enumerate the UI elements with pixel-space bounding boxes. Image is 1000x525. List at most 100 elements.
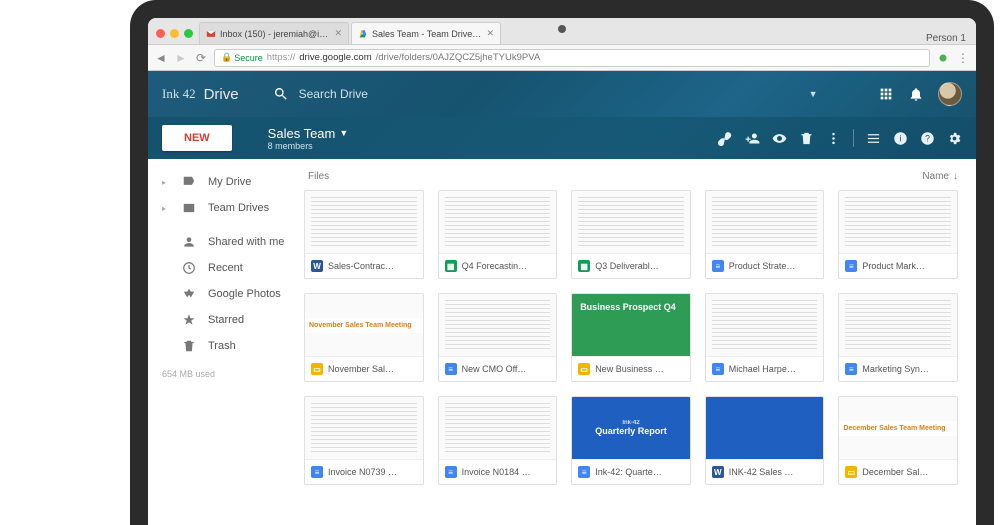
browser-menu[interactable]: ⋮ [956,51,970,65]
expand-icon: ▸ [162,178,170,187]
file-caption: ▭December Sal… [839,459,957,484]
file-card[interactable]: ≡Product Strate… [705,190,825,279]
sidebar-item-label: Google Photos [208,288,281,300]
maximize-window[interactable] [184,29,193,38]
close-window[interactable] [156,29,165,38]
settings-icon[interactable] [947,131,962,146]
extension-icon[interactable] [936,51,950,65]
sidebar-item-star[interactable]: Starred [148,307,304,333]
svg-text:?: ? [925,133,930,143]
sort-control[interactable]: Name ↓ [922,171,958,182]
file-name: New Business … [595,364,664,374]
reload-button[interactable]: ⟳ [194,51,208,65]
file-name: Ink-42: Quarte… [595,467,662,477]
list-view-icon[interactable] [866,131,881,146]
address-bar[interactable]: 🔒 Secure https://drive.google.com/drive/… [214,49,930,67]
search-icon[interactable] [273,86,289,102]
clock-icon [182,261,196,275]
file-card[interactable]: ≡New CMO Off… [438,293,558,382]
brand[interactable]: Ink 42 Drive [162,86,239,103]
file-name: Q3 Deliverabl… [595,261,659,271]
file-card[interactable]: ≡Invoice N0739 … [304,396,424,485]
file-caption: ▦Q3 Deliverabl… [572,253,690,278]
browser-tab-inbox[interactable]: Inbox (150) - jeremiah@ink-4… ✕ [199,22,349,44]
address-bar-row: ◄ ► ⟳ 🔒 Secure https://drive.google.com/… [148,44,976,70]
link-icon[interactable] [718,131,733,146]
file-card[interactable]: WINK-42 Sales … [705,396,825,485]
filetype-icon: ≡ [712,260,724,272]
filetype-icon: W [311,260,323,272]
sidebar-item-drive[interactable]: ▸ My Drive [148,169,304,195]
file-card[interactable]: ▦Q3 Deliverabl… [571,190,691,279]
drive-subheader: NEW Sales Team ▼ 8 members i ? [148,117,976,159]
apps-icon[interactable] [878,86,894,102]
add-person-icon[interactable] [745,131,760,146]
file-caption: W Sales-Contrac… [305,253,423,278]
file-card[interactable]: Ink-42Quarterly Report≡Ink-42: Quarte… [571,396,691,485]
file-caption: ≡Product Strate… [706,253,824,278]
sidebar-item-people[interactable]: Shared with me [148,229,304,255]
sort-label: Name [922,171,949,182]
file-name: Invoice N0184 … [462,467,531,477]
browser-profile[interactable]: Person 1 [926,31,972,44]
file-card[interactable]: W Sales-Contrac… [304,190,424,279]
file-thumbnail [305,397,423,459]
members-count: 8 members [268,141,349,151]
more-icon[interactable] [826,131,841,146]
new-button[interactable]: NEW [162,125,232,151]
filetype-icon: ≡ [445,466,457,478]
team-icon [182,201,196,215]
back-button[interactable]: ◄ [154,51,168,65]
file-card[interactable]: Business Prospect Q4▭New Business … [571,293,691,382]
search-dropdown-icon[interactable]: ▼ [809,89,818,99]
file-caption: ≡New CMO Off… [439,356,557,381]
arrow-down-icon: ↓ [953,171,958,182]
trash-icon [182,339,196,353]
folder-title: Sales Team [268,126,336,141]
file-card[interactable]: ≡Marketing Syn… [838,293,958,382]
file-card[interactable]: November Sales Team Meeting▭November Sal… [304,293,424,382]
star-icon [182,313,196,327]
minimize-window[interactable] [170,29,179,38]
file-name: Product Mark… [862,261,925,271]
help-icon[interactable]: ? [920,131,935,146]
file-thumbnail [439,191,557,253]
storage-usage: 654 MB used [148,359,304,389]
file-thumbnail [439,397,557,459]
file-card[interactable]: ≡Michael Harpe… [705,293,825,382]
browser-tab-drive[interactable]: Sales Team - Team Drive - Go… ✕ [351,22,501,44]
sidebar-item-label: My Drive [208,176,251,188]
preview-icon[interactable] [772,131,787,146]
file-name: Marketing Syn… [862,364,929,374]
notifications-icon[interactable] [908,86,924,102]
filetype-icon: W [712,466,724,478]
sidebar-item-photos[interactable]: Google Photos [148,281,304,307]
sidebar-item-team[interactable]: ▸Team Drives [148,195,304,221]
trash-icon[interactable] [799,131,814,146]
brand-logo: Ink 42 [162,86,196,102]
file-thumbnail: Ink-42Quarterly Report [572,397,690,459]
sidebar-item-clock[interactable]: Recent [148,255,304,281]
file-card[interactable]: December Sales Team Meeting▭December Sal… [838,396,958,485]
forward-button[interactable]: ► [174,51,188,65]
filetype-icon: ▭ [845,466,857,478]
filetype-icon: ▭ [311,363,323,375]
close-icon[interactable]: ✕ [486,28,494,39]
photos-icon [182,287,196,301]
file-thumbnail [706,294,824,356]
filetype-icon: ≡ [712,363,724,375]
filetype-icon: ≡ [845,260,857,272]
details-icon[interactable]: i [893,131,908,146]
breadcrumb[interactable]: Sales Team ▼ 8 members [268,126,349,151]
file-card[interactable]: ≡ Invoice N0184 … [438,396,558,485]
user-avatar[interactable] [938,82,962,106]
file-thumbnail: November Sales Team Meeting [305,294,423,356]
file-card[interactable]: ▦Q4 Forecastin… [438,190,558,279]
file-name: Sales-Contrac… [328,261,394,271]
sidebar-item-trash[interactable]: Trash [148,333,304,359]
file-card[interactable]: ≡ Product Mark… [838,190,958,279]
search-input[interactable] [299,87,599,101]
close-icon[interactable]: ✕ [334,28,342,39]
brand-text: Drive [204,86,239,103]
sidebar-item-label: Shared with me [208,236,284,248]
